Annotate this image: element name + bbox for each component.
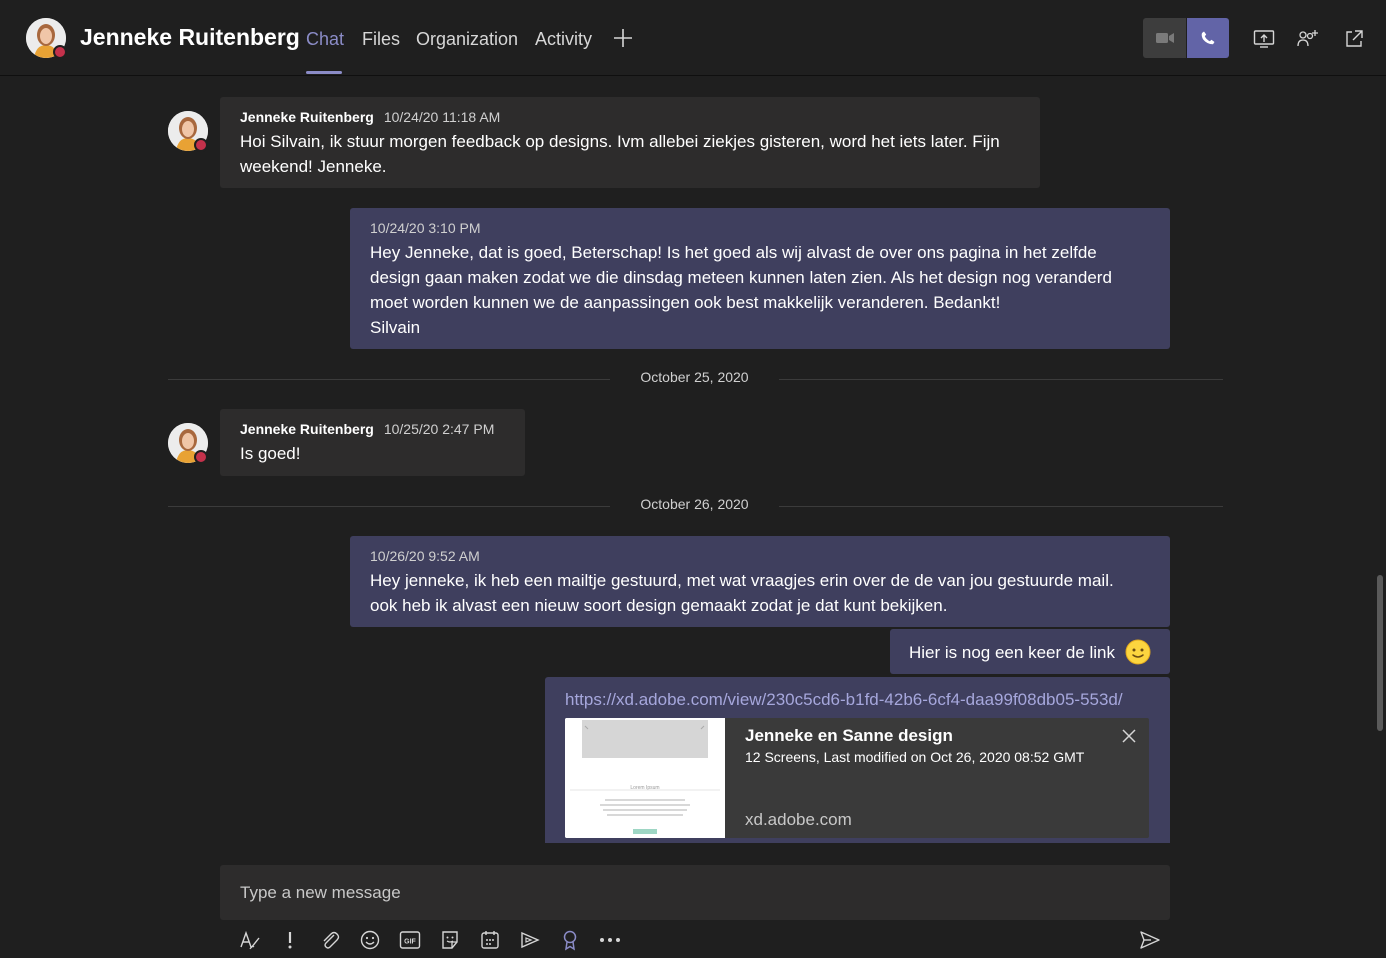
message-text: Is goed! xyxy=(240,444,301,463)
link-preview-title[interactable]: Jenneke en Sanne design xyxy=(745,726,953,746)
compose-box[interactable] xyxy=(220,865,1170,920)
important-icon[interactable] xyxy=(278,928,302,952)
message-list[interactable]: Jenneke Ruitenberg 10/24/20 11:18 AM Hoi … xyxy=(0,77,1386,843)
message-line: ook heb ik alvast een nieuw soort design… xyxy=(370,596,948,615)
date-divider-label: October 25, 2020 xyxy=(640,369,749,385)
message-author: Jenneke Ruitenberg xyxy=(240,421,374,437)
video-call-icon xyxy=(1155,33,1174,43)
message-link[interactable]: https://xd.adobe.com/view/230c5cd6-b1fd-… xyxy=(565,690,1123,710)
video-call-button[interactable] xyxy=(1143,18,1186,58)
message-text: Hoi Silvain, ik stuur morgen feedback op… xyxy=(240,129,1030,179)
message-text: Hier is nog een keer de link xyxy=(909,643,1116,662)
message-line: moet worden kunnen we de aanpassingen oo… xyxy=(370,293,1001,312)
send-icon[interactable] xyxy=(1138,928,1162,952)
message-bubble[interactable]: Jenneke Ruitenberg 10/25/20 2:47 PM Is go… xyxy=(220,409,525,476)
format-icon[interactable] xyxy=(238,928,262,952)
smile-emoji-icon xyxy=(1125,639,1151,665)
plus-icon[interactable] xyxy=(612,27,634,49)
scrollbar-thumb[interactable] xyxy=(1377,575,1383,731)
share-screen-icon[interactable] xyxy=(1252,27,1276,51)
link-preview-subtitle: 12 Screens, Last modified on Oct 26, 202… xyxy=(745,749,1085,765)
message-line: Hey Jenneke, dat is goed, Beterschap! Is… xyxy=(370,243,1097,262)
message-meta: Jenneke Ruitenberg 10/24/20 11:18 AM xyxy=(240,109,500,125)
praise-icon[interactable] xyxy=(558,928,582,952)
message-line: Silvain xyxy=(370,318,421,337)
contact-name: Jenneke Ruitenberg xyxy=(80,24,300,50)
chat-header: Jenneke Ruitenberg Chat Files Organizati… xyxy=(0,0,1386,76)
message-input[interactable] xyxy=(240,865,1140,920)
pop-out-icon[interactable] xyxy=(1342,27,1366,51)
presence-busy-indicator xyxy=(194,138,208,152)
message-timestamp: 10/24/20 11:18 AM xyxy=(383,109,501,125)
link-preview-domain: xd.adobe.com xyxy=(745,810,852,829)
message-meta: Jenneke Ruitenberg 10/25/20 2:47 PM xyxy=(240,421,494,437)
divider-line xyxy=(168,379,610,380)
tab-chat[interactable]: Chat xyxy=(306,29,344,50)
message-timestamp: 10/24/20 3:10 PM xyxy=(370,220,481,236)
divider-line xyxy=(168,506,610,507)
audio-call-icon xyxy=(1201,31,1215,45)
link-preview-card[interactable]: Lorem Ipsum Jenneke en Sanne design 12 S… xyxy=(565,718,1149,838)
sticker-icon[interactable] xyxy=(438,928,462,952)
tab-files[interactable]: Files xyxy=(362,29,400,50)
attach-icon[interactable] xyxy=(318,928,342,952)
message-timestamp: 10/25/20 2:47 PM xyxy=(383,421,495,437)
schedule-meeting-icon[interactable] xyxy=(478,928,502,952)
tab-activity[interactable]: Activity xyxy=(535,29,592,50)
message-author: Jenneke Ruitenberg xyxy=(240,109,374,125)
message-line: weekend! Jenneke. xyxy=(240,157,387,176)
date-divider: October 25, 2020 xyxy=(168,369,1223,389)
emoji-icon[interactable] xyxy=(358,928,382,952)
message-bubble[interactable]: Jenneke Ruitenberg 10/24/20 11:18 AM Hoi … xyxy=(220,97,1040,188)
thumbnail-heading: Lorem Ipsum xyxy=(630,785,660,791)
message-bubble[interactable]: 10/26/20 9:52 AM Hey jenneke, ik heb een… xyxy=(350,536,1170,627)
stream-icon[interactable] xyxy=(518,928,542,952)
message-bubble[interactable]: Hier is nog een keer de link xyxy=(890,629,1170,674)
message-line: Hey jenneke, ik heb een mailtje gestuurd… xyxy=(370,571,1114,590)
message-line: Hoi Silvain, ik stuur morgen feedback op… xyxy=(240,132,1000,151)
audio-call-button[interactable] xyxy=(1187,18,1229,58)
message-bubble[interactable]: 10/24/20 3:10 PM Hey Jenneke, dat is goe… xyxy=(350,208,1170,349)
add-people-icon[interactable] xyxy=(1296,27,1320,51)
message-text: Hey jenneke, ik heb een mailtje gestuurd… xyxy=(370,568,1160,618)
active-tab-indicator xyxy=(306,71,342,74)
divider-line xyxy=(779,379,1223,380)
link-preview-thumbnail: Lorem Ipsum xyxy=(565,718,725,838)
gif-icon[interactable]: GIF xyxy=(398,928,422,952)
svg-text:GIF: GIF xyxy=(404,939,416,946)
message-timestamp: 10/26/20 9:52 AM xyxy=(370,548,480,564)
tab-organization[interactable]: Organization xyxy=(416,29,518,50)
presence-busy-indicator xyxy=(194,450,208,464)
date-divider: October 26, 2020 xyxy=(168,496,1223,516)
date-divider-label: October 26, 2020 xyxy=(640,496,749,512)
presence-busy-indicator xyxy=(53,45,67,59)
more-icon[interactable] xyxy=(598,928,622,952)
close-icon[interactable] xyxy=(1121,728,1137,744)
message-line: design gaan maken zodat we die dinsdag m… xyxy=(370,268,1112,287)
message-text: Hey Jenneke, dat is goed, Beterschap! Is… xyxy=(370,240,1160,340)
divider-line xyxy=(779,506,1223,507)
